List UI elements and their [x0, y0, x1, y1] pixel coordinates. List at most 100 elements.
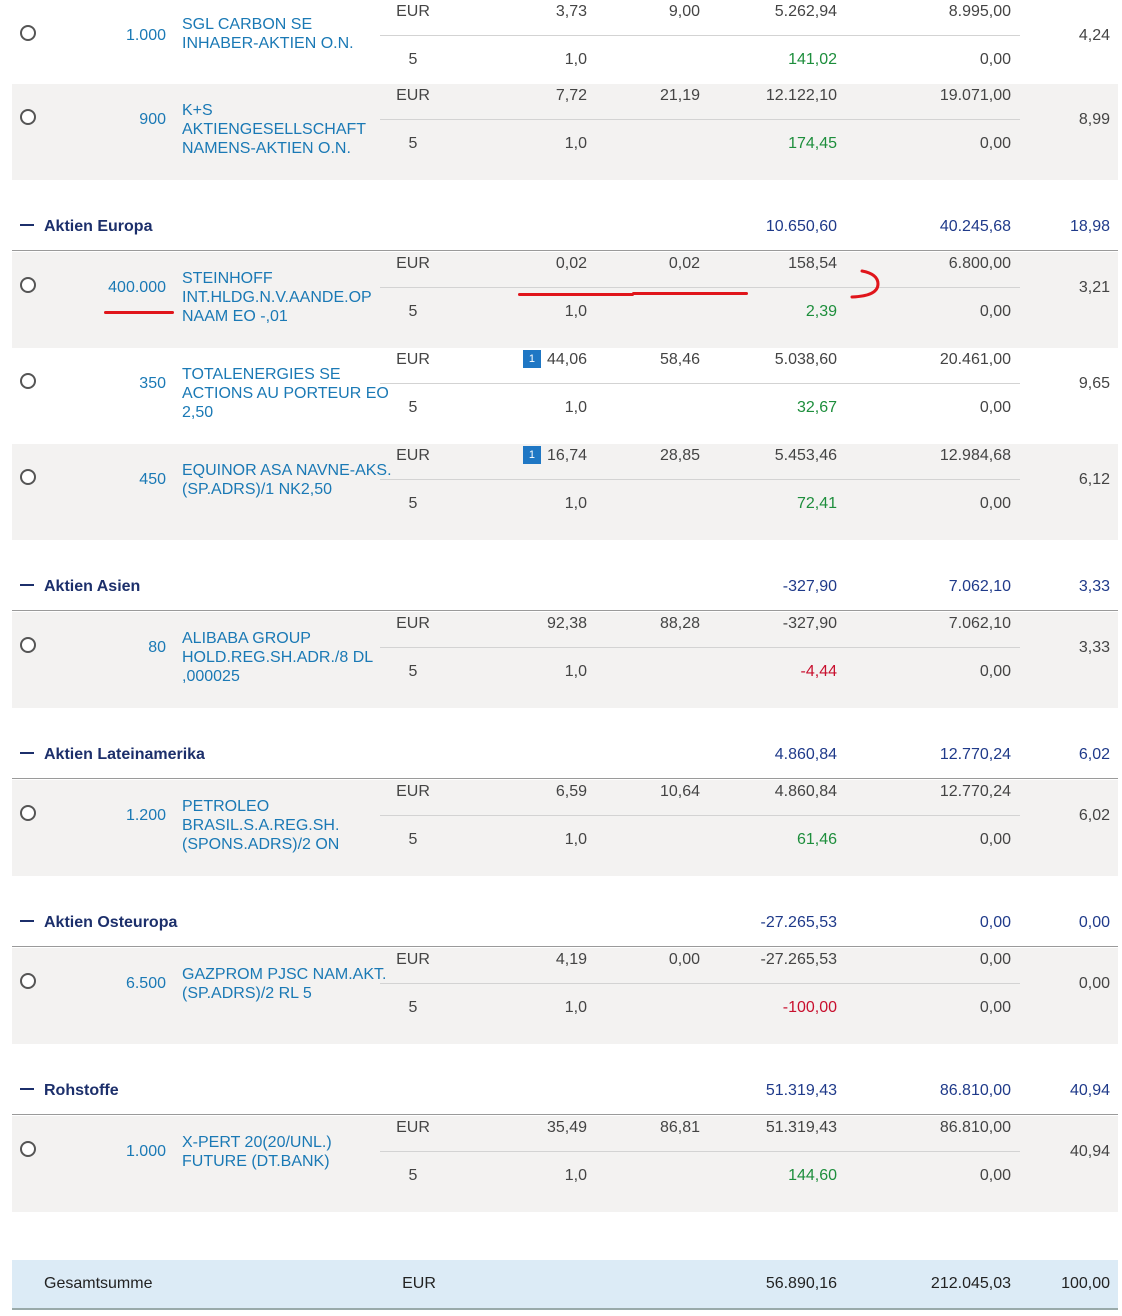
buy-price: 7,72 — [470, 87, 587, 105]
exchange-code: 5 — [408, 831, 418, 848]
group-header[interactable]: Aktien Osteuropa — [20, 914, 177, 932]
gain-loss: 5.262,94 — [774, 3, 837, 20]
buy-price: 6,59 — [470, 783, 587, 801]
group-market-value: 40.245,68 — [939, 218, 1011, 235]
row-divider — [380, 647, 1020, 648]
group-header[interactable]: Rohstoffe — [20, 1082, 119, 1100]
position-quantity[interactable]: 1.200 — [80, 807, 166, 825]
collapse-icon[interactable] — [20, 223, 34, 226]
position-quantity[interactable]: 80 — [80, 639, 166, 657]
row-divider — [380, 383, 1020, 384]
buy-price-value: 7,72 — [555, 87, 587, 104]
info-badge-icon[interactable]: 1 — [522, 446, 541, 464]
group-share: 40,94 — [1069, 1082, 1110, 1099]
accrued-value: 0,00 — [979, 399, 1011, 416]
buy-price: 35,49 — [470, 1119, 587, 1137]
position-quantity[interactable]: 1.000 — [80, 27, 166, 45]
position-name-link[interactable]: PETROLEO BRASIL.S.A.REG.SH. (SPONS.ADRS)… — [182, 797, 392, 854]
currency: EUR — [396, 783, 430, 800]
collapse-icon[interactable] — [20, 751, 34, 754]
currency: EUR — [396, 951, 430, 968]
group-header[interactable]: Aktien Europa — [20, 218, 152, 236]
position-name-link[interactable]: K+S AKTIENGESELLSCHAFT NAMENS-AKTIEN O.N… — [182, 101, 392, 158]
group-header[interactable]: Aktien Asien — [20, 578, 140, 596]
position-name-link[interactable]: GAZPROM PJSC NAM.AKT.(SP.ADRS)/2 RL 5 — [182, 965, 392, 1003]
position-name-link[interactable]: X-PERT 20(20/UNL.) FUTURE (DT.BANK) — [182, 1133, 392, 1171]
position-quantity[interactable]: 1.000 — [80, 1143, 166, 1161]
row-select-radio[interactable] — [20, 1141, 36, 1157]
gain-loss-percent: 72,41 — [796, 495, 837, 512]
portfolio-share: 6,02 — [1078, 807, 1110, 824]
exchange-code: 5 — [408, 1167, 418, 1184]
currency: EUR — [396, 447, 430, 464]
position-quantity[interactable]: 400.000 — [80, 279, 166, 297]
current-price: 88,28 — [659, 615, 700, 632]
position-name-link[interactable]: EQUINOR ASA NAVNE-AKS. (SP.ADRS)/1 NK2,5… — [182, 461, 392, 499]
buy-price-value: 0,02 — [555, 255, 587, 272]
group-title: Aktien Europa — [44, 218, 153, 235]
total-label: Gesamtsumme — [44, 1275, 153, 1292]
row-select-radio[interactable] — [20, 805, 36, 821]
row-select-radio[interactable] — [20, 109, 36, 125]
market-value: 12.984,68 — [939, 447, 1011, 464]
current-price: 21,19 — [659, 87, 700, 104]
group-share: 3,33 — [1078, 578, 1110, 595]
exchange-code: 5 — [408, 51, 418, 68]
currency: EUR — [396, 255, 430, 272]
position-name-link[interactable]: ALIBABA GROUP HOLD.REG.SH.ADR./8 DL ,000… — [182, 629, 392, 686]
position-quantity[interactable]: 350 — [80, 375, 166, 393]
exchange-code: 5 — [408, 495, 418, 512]
position-name-link[interactable]: TOTALENERGIES SE ACTIONS AU PORTEUR EO 2… — [182, 365, 392, 422]
buy-price-value: 3,73 — [555, 3, 587, 20]
row-divider — [380, 479, 1020, 480]
market-value: 7.062,10 — [948, 615, 1011, 632]
buy-price-value: 44,06 — [546, 351, 587, 369]
position-quantity[interactable]: 900 — [80, 111, 166, 129]
exchange-rate: 1,0 — [564, 303, 587, 320]
buy-price: 92,38 — [470, 615, 587, 633]
row-select-radio[interactable] — [20, 637, 36, 653]
row-divider — [380, 35, 1020, 36]
gain-loss-percent: 2,39 — [805, 303, 837, 320]
group-market-value: 7.062,10 — [948, 578, 1011, 595]
market-value: 12.770,24 — [939, 783, 1011, 800]
exchange-code: 5 — [408, 135, 418, 152]
buy-price-value: 4,19 — [555, 951, 587, 968]
market-value: 8.995,00 — [948, 3, 1011, 20]
current-price: 0,00 — [668, 951, 700, 968]
portfolio-share: 8,99 — [1078, 111, 1110, 128]
market-value: 19.071,00 — [939, 87, 1011, 104]
currency: EUR — [396, 615, 430, 632]
position-quantity[interactable]: 450 — [80, 471, 166, 489]
gain-loss-percent: -100,00 — [782, 999, 837, 1016]
group-divider — [12, 250, 1118, 251]
total-divider — [12, 1308, 1118, 1310]
group-gain-loss: 4.860,84 — [774, 746, 837, 763]
position-name-link[interactable]: SGL CARBON SE INHABER-AKTIEN O.N. — [182, 15, 392, 53]
row-divider — [380, 815, 1020, 816]
portfolio-share: 6,12 — [1078, 471, 1110, 488]
info-badge-icon[interactable]: 1 — [522, 350, 541, 368]
row-select-radio[interactable] — [20, 373, 36, 389]
collapse-icon[interactable] — [20, 583, 34, 586]
group-share: 6,02 — [1078, 746, 1110, 763]
accrued-value: 0,00 — [979, 663, 1011, 680]
currency: EUR — [396, 87, 430, 104]
group-header[interactable]: Aktien Lateinamerika — [20, 746, 205, 764]
group-market-value: 86.810,00 — [939, 1082, 1011, 1099]
current-price: 58,46 — [659, 351, 700, 368]
row-select-radio[interactable] — [20, 25, 36, 41]
exchange-rate: 1,0 — [564, 1167, 587, 1184]
gain-loss-percent: 141,02 — [788, 51, 837, 68]
row-select-radio[interactable] — [20, 277, 36, 293]
position-quantity[interactable]: 6.500 — [80, 975, 166, 993]
row-select-radio[interactable] — [20, 973, 36, 989]
market-value: 0,00 — [979, 951, 1011, 968]
exchange-rate: 1,0 — [564, 399, 587, 416]
row-select-radio[interactable] — [20, 469, 36, 485]
collapse-icon[interactable] — [20, 919, 34, 922]
gain-loss-percent: -4,44 — [800, 663, 837, 680]
collapse-icon[interactable] — [20, 1087, 34, 1090]
portfolio-share: 9,65 — [1078, 375, 1110, 392]
position-name-link[interactable]: STEINHOFF INT.HLDG.N.V.AANDE.OP NAAM EO … — [182, 269, 392, 326]
